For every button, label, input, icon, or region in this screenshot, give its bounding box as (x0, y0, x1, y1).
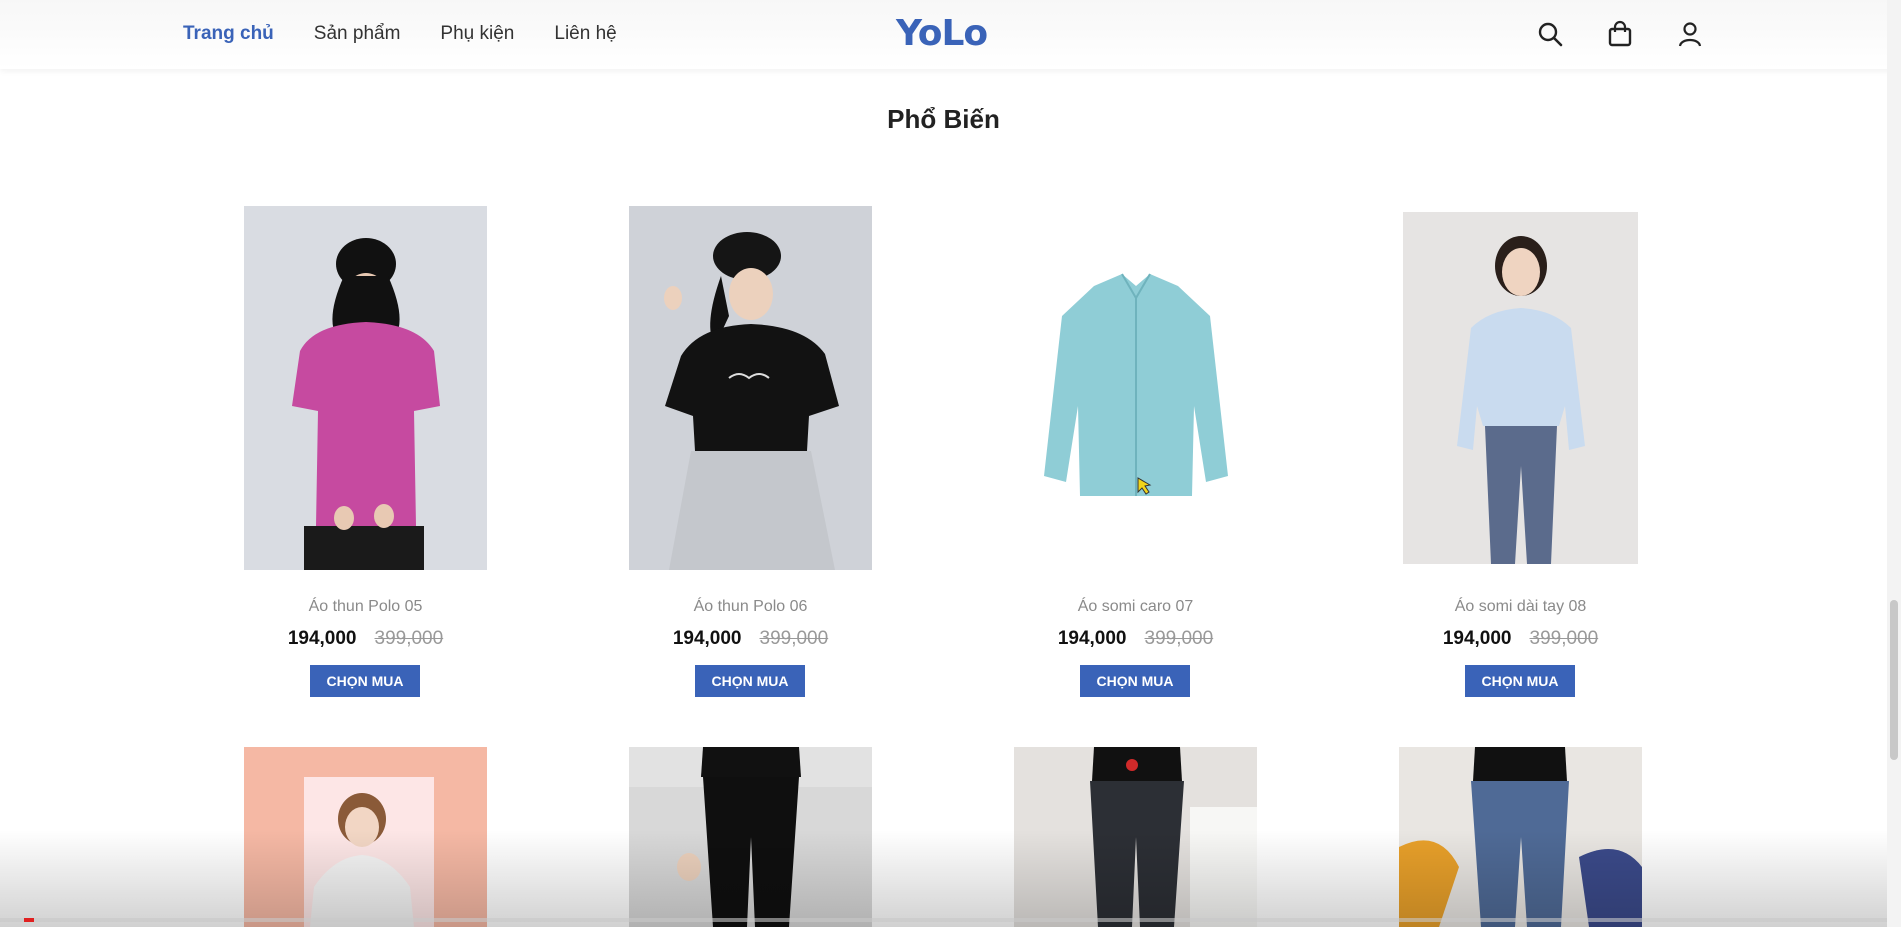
nav-link-home[interactable]: Trang chủ (183, 22, 274, 46)
product-price: 194,000 (1442, 628, 1512, 649)
main-nav: Trang chủ Sản phẩm Phụ kiện Liên hệ (183, 22, 657, 46)
product-image[interactable] (629, 206, 872, 570)
product-price: 194,000 (287, 628, 357, 649)
product-price: 194,000 (1057, 628, 1127, 649)
product-old-price: 399,000 (759, 628, 829, 649)
site-logo[interactable]: YoLo (896, 13, 988, 54)
product-image[interactable] (1399, 206, 1642, 570)
buy-button[interactable]: CHỌN MUA (310, 665, 420, 697)
product-old-price: 399,000 (1529, 628, 1599, 649)
nav-link-accessories[interactable]: Phụ kiện (440, 22, 514, 46)
product-name[interactable]: Áo somi dài tay 08 (1399, 598, 1642, 616)
product-image[interactable] (1014, 206, 1257, 570)
page-scrollbar[interactable] (1887, 0, 1901, 927)
product-image[interactable] (1014, 747, 1257, 927)
nav-link-contact[interactable]: Liên hệ (554, 22, 616, 46)
buy-button[interactable]: CHỌN MUA (1465, 665, 1575, 697)
buy-button[interactable]: CHỌN MUA (1080, 665, 1190, 697)
section-title: Phổ Biến (887, 104, 1000, 134)
nav-link-products[interactable]: Sản phẩm (314, 22, 401, 46)
header-icons (1536, 20, 1704, 48)
product-name[interactable]: Áo somi caro 07 (1014, 598, 1257, 616)
product-image[interactable] (1399, 747, 1642, 927)
product-name[interactable]: Áo thun Polo 05 (244, 598, 487, 616)
search-icon[interactable] (1536, 20, 1564, 48)
product-image[interactable] (629, 747, 872, 927)
site-header: Trang chủ Sản phẩm Phụ kiện Liên hệ YoLo (0, 0, 1901, 69)
product-price: 194,000 (672, 628, 742, 649)
product-old-price: 399,000 (374, 628, 444, 649)
user-icon[interactable] (1676, 20, 1704, 48)
product-prices: 194,000 399,000 (1399, 628, 1642, 650)
scrollbar-thumb[interactable] (1890, 600, 1898, 760)
buy-button[interactable]: CHỌN MUA (695, 665, 805, 697)
product-prices: 194,000 399,000 (244, 628, 487, 650)
product-old-price: 399,000 (1144, 628, 1214, 649)
product-name[interactable]: Áo thun Polo 06 (629, 598, 872, 616)
video-progress-bar[interactable] (0, 918, 1901, 922)
video-progress (24, 918, 34, 922)
shopping-bag-icon[interactable] (1606, 20, 1634, 48)
product-image[interactable] (244, 206, 487, 570)
product-prices: 194,000 399,000 (629, 628, 872, 650)
product-image[interactable] (244, 747, 487, 927)
product-prices: 194,000 399,000 (1014, 628, 1257, 650)
